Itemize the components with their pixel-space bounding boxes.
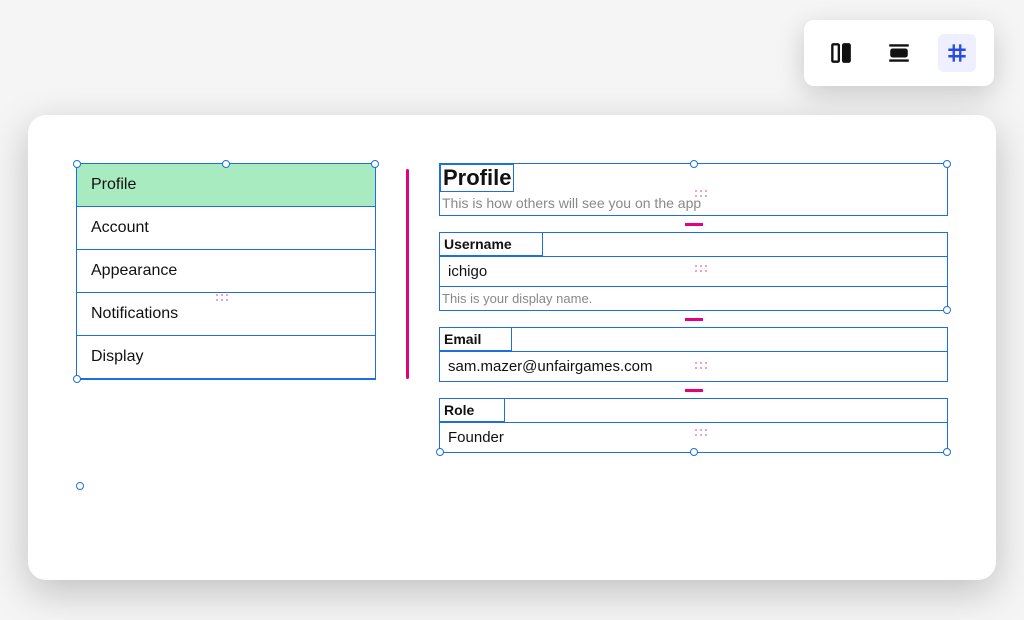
columns-layout-button[interactable] [822,34,860,72]
drag-handle-icon[interactable] [695,429,707,441]
selection-handle-icon[interactable] [943,160,951,168]
layout-toolbar [804,20,994,86]
sidebar-item-profile[interactable]: Profile [77,164,375,207]
profile-form-panel: Profile This is how others will see you … [439,163,948,540]
selection-handle-icon[interactable] [76,482,84,490]
sidebar-item-account[interactable]: Account [77,207,375,250]
section-subtitle: This is how others will see you on the a… [440,192,947,215]
email-label: Email [440,328,512,351]
username-input[interactable]: ichigo [440,256,947,286]
selection-handle-icon[interactable] [371,160,379,168]
username-label: Username [440,233,543,256]
rows-icon [886,40,912,66]
selection-handle-icon[interactable] [436,448,444,456]
selection-handle-icon[interactable] [943,448,951,456]
spacing-indicator-icon[interactable] [439,382,948,398]
selection-handle-icon[interactable] [73,160,81,168]
sidebar-nav-list: Profile Account Appearance Notifications… [76,163,376,380]
username-field-group: Username ichigo This is your display nam… [439,232,948,311]
drag-handle-icon[interactable] [695,190,707,202]
drag-handle-icon[interactable] [695,265,707,277]
rows-layout-button[interactable] [880,34,918,72]
grid-layout-button[interactable] [938,34,976,72]
username-helper-text: This is your display name. [440,286,947,310]
grid-icon [944,40,970,66]
sidebar-item-display[interactable]: Display [77,336,375,379]
email-field-group: Email sam.mazer@unfairgames.com [439,327,948,382]
selection-handle-icon[interactable] [690,448,698,456]
drag-handle-icon[interactable] [695,362,707,374]
email-input[interactable]: sam.mazer@unfairgames.com [440,351,947,381]
selection-handle-icon[interactable] [222,160,230,168]
drag-handle-icon[interactable] [216,294,228,306]
role-label: Role [440,399,505,422]
spacing-indicator-icon[interactable] [439,216,948,232]
canvas-card: Profile Account Appearance Notifications… [28,115,996,580]
layout-divider[interactable] [406,169,409,379]
section-header-box: Profile This is how others will see you … [439,163,948,216]
selection-handle-icon[interactable] [690,160,698,168]
selection-handle-icon[interactable] [73,375,81,383]
role-field-group: Role Founder [439,398,948,453]
sidebar-item-appearance[interactable]: Appearance [77,250,375,293]
spacing-indicator-icon[interactable] [439,311,948,327]
settings-sidebar: Profile Account Appearance Notifications… [76,163,376,540]
section-title: Profile [440,164,514,192]
columns-icon [828,40,854,66]
